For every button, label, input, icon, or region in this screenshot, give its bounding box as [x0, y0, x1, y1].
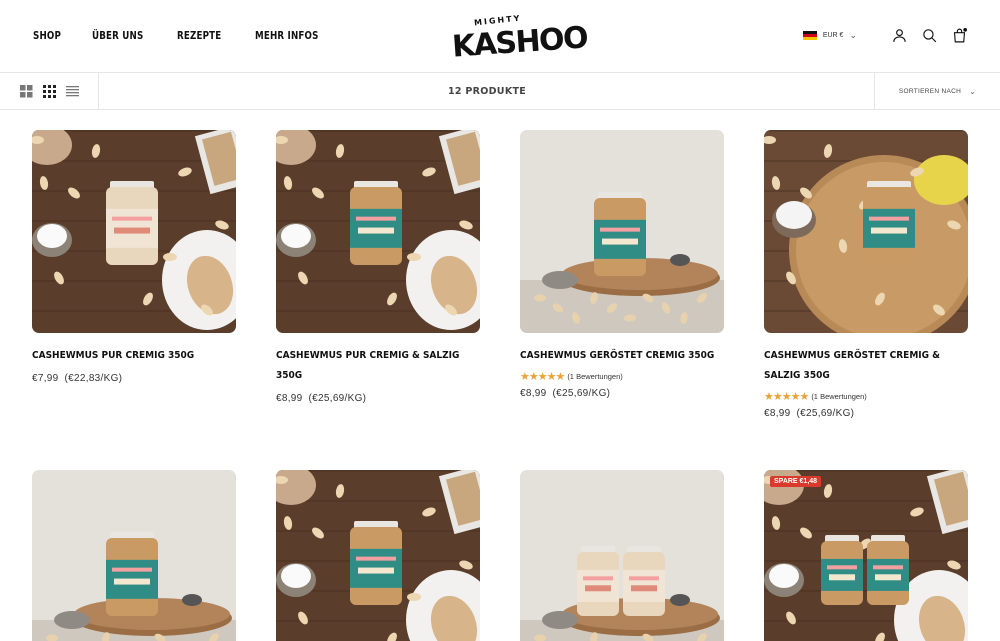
nav-ueber-uns[interactable]: ÜBER UNS [92, 29, 143, 42]
chevron-down-icon: ⌄ [969, 86, 977, 96]
product-card[interactable]: SPARE €1,48 [764, 470, 968, 641]
product-photo [276, 130, 480, 333]
bag-icon[interactable] [951, 27, 968, 44]
grid-4-icon[interactable] [43, 84, 56, 98]
product-photo [764, 130, 968, 333]
product-image[interactable] [276, 130, 480, 333]
product-count: 12 PRODUKTE [447, 85, 527, 97]
product-photo [520, 130, 724, 333]
view-switcher [0, 73, 99, 109]
collection-toolbar: 12 PRODUKTE SORTIEREN NACH ⌄ [0, 73, 1000, 110]
price-value: €8,99 [764, 408, 791, 419]
product-photo [32, 130, 236, 333]
product-image[interactable] [520, 470, 724, 641]
main-nav: SHOP ÜBER UNS REZEPTE MEHR INFOS [33, 29, 354, 42]
product-card[interactable] [276, 470, 480, 641]
star-rating-icon: ★★★★★ [520, 371, 565, 383]
product-rating: ★★★★★ (1 Bewertungen) [764, 390, 968, 403]
product-photo [276, 470, 480, 641]
unit-price: (€25,69/KG) [796, 408, 855, 419]
product-card[interactable]: CASHEWMUS GERÖSTET CREMIG 350G ★★★★★ (1 Be… [520, 130, 724, 399]
product-title[interactable]: CASHEWMUS GERÖSTET CREMIG & SALZIG 350G [764, 346, 968, 386]
product-photo [520, 470, 724, 641]
product-image[interactable] [32, 470, 236, 641]
sort-dropdown[interactable]: SORTIEREN NACH ⌄ [874, 73, 1000, 109]
list-icon[interactable] [66, 85, 79, 98]
chevron-down-icon[interactable]: ⌄ [849, 30, 857, 41]
flag-de-icon[interactable] [802, 30, 817, 41]
logo-wordmark: KASHOO [450, 20, 589, 65]
sale-badge: SPARE €1,48 [770, 476, 822, 487]
nav-mehr-infos[interactable]: MEHR INFOS [255, 29, 319, 42]
product-title[interactable]: CASHEWMUS PUR CREMIG 350G [32, 346, 236, 366]
sort-label: SORTIEREN NACH [898, 87, 962, 95]
search-icon[interactable] [921, 27, 938, 44]
product-rating: ★★★★★ (1 Bewertungen) [520, 370, 724, 383]
product-image[interactable] [520, 130, 724, 333]
price-value: €8,99 [520, 388, 547, 399]
product-card[interactable]: CASHEWMUS PUR CREMIG & SALZIG 350G €8,99 (… [276, 130, 480, 404]
product-image[interactable]: SPARE €1,48 [764, 470, 968, 641]
review-count: (1 Bewertungen) [811, 392, 867, 401]
price-value: €8,99 [276, 393, 303, 404]
unit-price: (€22,83/KG) [64, 373, 123, 384]
price-value: €7,99 [32, 373, 59, 384]
user-icon[interactable] [891, 27, 908, 44]
product-card[interactable]: CASHEWMUS GERÖSTET CREMIG & SALZIG 350G ★… [764, 130, 968, 419]
site-header: SHOP ÜBER UNS REZEPTE MEHR INFOS MIGHTY … [0, 0, 1000, 73]
product-photo [32, 470, 236, 641]
product-card[interactable] [520, 470, 724, 641]
product-title[interactable]: CASHEWMUS GERÖSTET CREMIG 350G [520, 346, 724, 366]
product-card[interactable]: CASHEWMUS PUR CREMIG 350G €7,99 (€22,83/KG… [32, 130, 236, 384]
nav-shop[interactable]: SHOP [33, 29, 61, 42]
star-rating-icon: ★★★★★ [764, 391, 809, 403]
product-price: €8,99 (€25,69/KG) [764, 408, 968, 419]
header-tools: EUR € ⌄ [802, 27, 968, 44]
unit-price: (€25,69/KG) [552, 388, 611, 399]
review-count: (1 Bewertungen) [567, 372, 623, 381]
brand-logo[interactable]: MIGHTY KASHOO [451, 14, 588, 65]
product-price: €7,99 (€22,83/KG) [32, 373, 236, 384]
product-card[interactable] [32, 470, 236, 641]
product-image[interactable] [32, 130, 236, 333]
currency-selector[interactable]: EUR € [823, 32, 844, 39]
nav-rezepte[interactable]: REZEPTE [177, 29, 221, 42]
product-title[interactable]: CASHEWMUS PUR CREMIG & SALZIG 350G [276, 346, 480, 386]
grid-2-icon[interactable] [20, 84, 33, 98]
unit-price: (€25,69/KG) [308, 393, 367, 404]
product-image[interactable] [764, 130, 968, 333]
product-image[interactable] [276, 470, 480, 641]
product-photo [764, 470, 968, 641]
product-price: €8,99 (€25,69/KG) [520, 388, 724, 399]
product-price: €8,99 (€25,69/KG) [276, 393, 480, 404]
